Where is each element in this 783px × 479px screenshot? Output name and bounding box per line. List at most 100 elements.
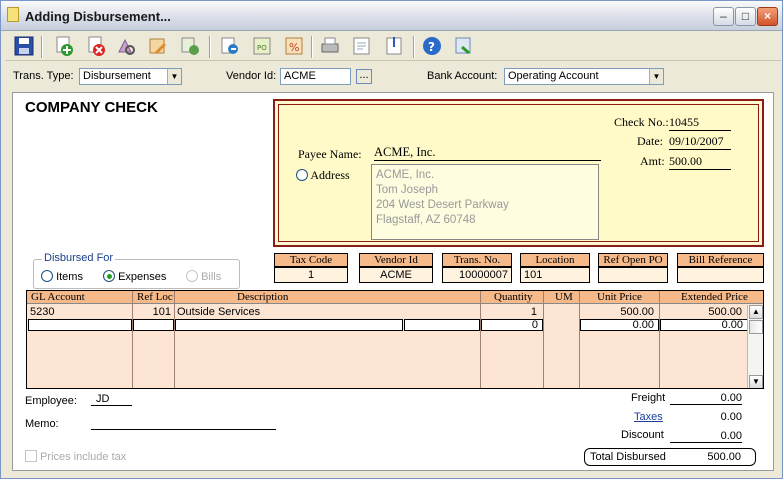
ref-open-po-field[interactable]	[598, 267, 668, 283]
expenses-radio[interactable]	[103, 270, 115, 282]
prices-include-tax-option[interactable]: Prices include tax	[25, 450, 126, 463]
vendor-id-header: Vendor Id	[359, 253, 433, 267]
grid-divider	[659, 291, 660, 388]
items-option[interactable]: Items	[41, 270, 83, 283]
discount-label: Discount	[621, 429, 664, 441]
chevron-down-icon[interactable]: ▼	[649, 69, 663, 84]
edit-icon[interactable]	[147, 35, 169, 57]
purchase-order-icon[interactable]: PO	[251, 35, 273, 57]
toolbar-separator	[311, 36, 313, 58]
grid-divider	[132, 291, 133, 388]
vendor-id-label: Vendor Id:	[226, 70, 277, 82]
cell-extended-price[interactable]: 0.00	[660, 319, 748, 331]
grid-scrollbar[interactable]: ▲ ▼	[747, 305, 763, 388]
find-icon[interactable]	[115, 35, 137, 57]
discount-value[interactable]: 0.00	[670, 430, 742, 443]
taxes-value: 0.00	[720, 411, 742, 423]
bills-option[interactable]: Bills	[186, 270, 221, 283]
copy-icon[interactable]	[179, 35, 201, 57]
toolbar-separator	[41, 36, 43, 58]
col-gl-account: GL Account	[31, 291, 85, 303]
cell-description[interactable]	[175, 319, 403, 331]
total-disbursed-value: 500.00	[707, 451, 741, 463]
items-label: Items	[56, 271, 83, 283]
tax-code-field[interactable]: 1	[274, 267, 348, 283]
address-option[interactable]: Address	[296, 168, 350, 183]
total-disbursed-label: Total Disbursed	[590, 451, 666, 463]
amt-label: Amt:	[640, 154, 665, 168]
print-icon[interactable]	[319, 35, 341, 57]
cell-ref-loc[interactable]	[133, 319, 174, 331]
cell-extended-price[interactable]: 500.00	[662, 306, 742, 318]
bill-reference-field[interactable]	[677, 267, 764, 283]
memo-field[interactable]	[91, 418, 276, 430]
scroll-thumb[interactable]	[749, 320, 763, 334]
scroll-up-icon[interactable]: ▲	[749, 305, 763, 319]
address-line: ACME, Inc.	[376, 169, 435, 181]
company-check-title: COMPANY CHECK	[25, 99, 158, 116]
check-form: Check No.: 10455 Date: 09/10/2007 Amt: 5…	[273, 99, 764, 247]
svg-text:PO: PO	[257, 44, 267, 52]
address-radio[interactable]	[296, 169, 308, 181]
cell-unit-price[interactable]: 500.00	[582, 306, 654, 318]
percent-icon[interactable]: %	[283, 35, 305, 57]
trans-no-field[interactable]: 10000007	[442, 267, 512, 283]
help-icon[interactable]: ?	[421, 35, 443, 57]
svg-text:%: %	[289, 41, 299, 54]
address-line: Flagstaff, AZ 60748	[376, 214, 476, 226]
cell-unit-price[interactable]: 0.00	[580, 319, 659, 331]
check-no-field[interactable]: 10455	[669, 115, 731, 131]
check-panel: COMPANY CHECK Check No.: 10455 Date: 09/…	[12, 92, 774, 471]
cell-gl-account[interactable]	[28, 319, 132, 331]
save-icon[interactable]	[13, 35, 35, 57]
col-ref-loc: Ref Loc	[137, 291, 173, 303]
col-description: Description	[237, 291, 289, 303]
expenses-option[interactable]: Expenses	[103, 270, 166, 283]
delete-icon[interactable]	[85, 35, 107, 57]
post-icon[interactable]	[219, 35, 241, 57]
maximize-button[interactable]: □	[735, 7, 756, 26]
trans-type-value: Disbursement	[83, 70, 151, 82]
toolbar: PO % ?	[5, 33, 781, 61]
vendor-id-field[interactable]: ACME	[359, 267, 433, 283]
prices-include-tax-checkbox[interactable]	[25, 450, 37, 462]
payee-name-field[interactable]: ACME, Inc.	[374, 145, 601, 161]
location-field[interactable]: 101	[520, 267, 590, 283]
date-field[interactable]: 09/10/2007	[669, 134, 731, 150]
cell-gl-account[interactable]: 5230	[30, 306, 54, 318]
address-box[interactable]: ACME, Inc. Tom Joseph 204 West Desert Pa…	[371, 164, 599, 240]
cell-quantity[interactable]: 0	[481, 319, 543, 331]
cell-ref-loc[interactable]: 101	[135, 306, 171, 318]
employee-field[interactable]: JD	[91, 393, 132, 406]
cell-quantity[interactable]: 1	[483, 306, 537, 318]
grid-divider	[480, 291, 481, 388]
trans-type-select[interactable]: Disbursement ▼	[79, 68, 182, 85]
amt-field[interactable]: 500.00	[669, 154, 731, 170]
attach-icon[interactable]	[383, 35, 405, 57]
location-header: Location	[520, 253, 590, 267]
freight-value[interactable]: 0.00	[670, 392, 742, 405]
preview-icon[interactable]	[351, 35, 373, 57]
date-label: Date:	[637, 134, 663, 148]
bank-account-select[interactable]: Operating Account ▼	[504, 68, 664, 85]
add-icon[interactable]	[53, 35, 75, 57]
cell-description[interactable]: Outside Services	[177, 306, 260, 318]
toolbar-separator	[209, 36, 211, 58]
employee-label: Employee:	[25, 395, 77, 407]
bills-radio[interactable]	[186, 270, 198, 282]
vendor-lookup-button[interactable]: ...	[356, 69, 372, 84]
chevron-down-icon[interactable]: ▼	[167, 69, 181, 84]
taxes-link[interactable]: Taxes	[634, 411, 663, 423]
close-button[interactable]: ×	[757, 7, 778, 26]
exit-icon[interactable]	[453, 35, 475, 57]
header-row: Trans. Type: Disbursement ▼ Vendor Id: AC…	[1, 67, 783, 89]
vendor-id-input[interactable]: ACME	[280, 68, 351, 85]
minimize-button[interactable]: –	[713, 7, 734, 26]
trans-type-label: Trans. Type:	[13, 70, 74, 82]
cell-extra[interactable]	[404, 319, 480, 331]
scroll-down-icon[interactable]: ▼	[749, 375, 763, 388]
items-radio[interactable]	[41, 270, 53, 282]
total-disbursed-box: Total Disbursed 500.00	[584, 448, 756, 466]
check-no-label: Check No.:	[614, 115, 669, 129]
bill-reference-header: Bill Reference	[677, 253, 764, 267]
